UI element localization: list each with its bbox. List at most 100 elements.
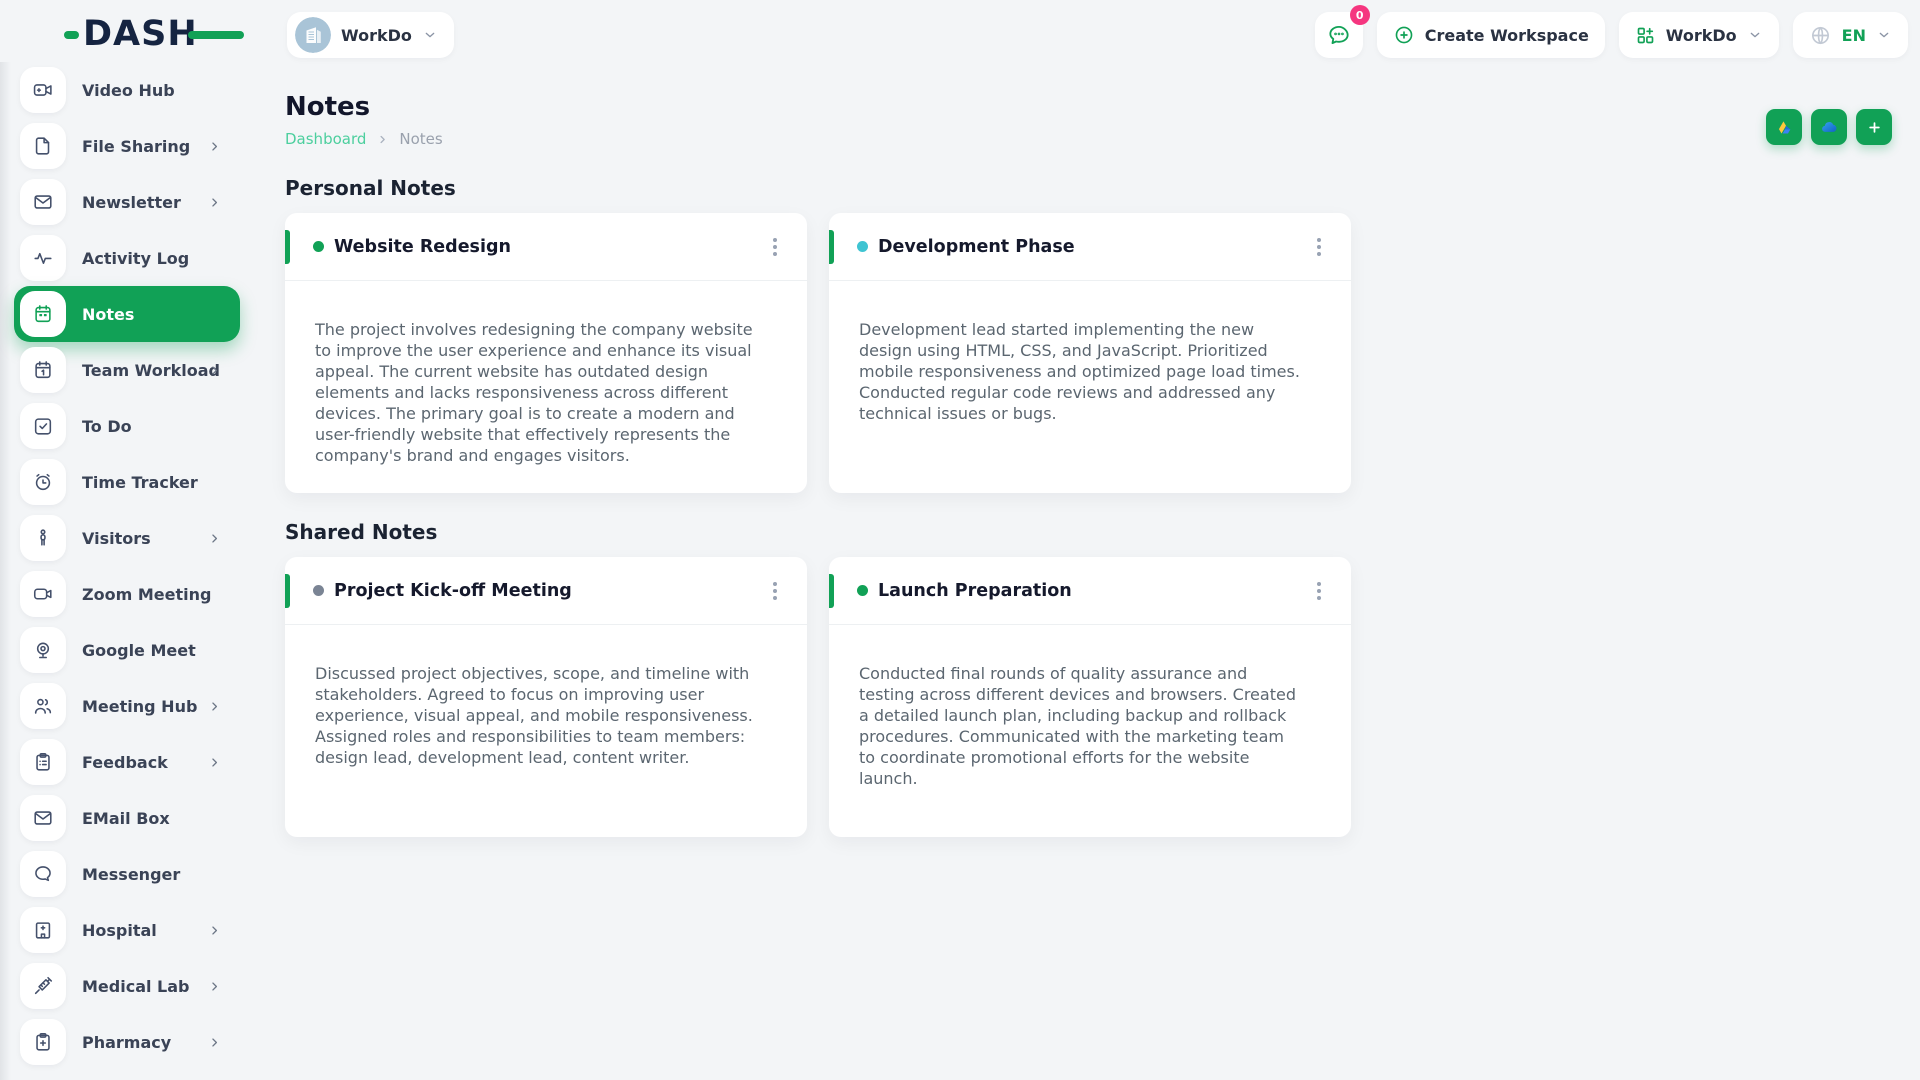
hospital-icon <box>20 907 66 953</box>
alarm-clock-icon <box>20 459 66 505</box>
notebook-icon <box>20 291 66 337</box>
onedrive-button[interactable] <box>1811 109 1847 145</box>
note-card-launch-preparation: Launch Preparation Conducted final round… <box>829 557 1351 837</box>
sidebar-item-label: Feedback <box>82 753 168 772</box>
sidebar-item-label: Team Workload <box>82 361 220 380</box>
sidebar-item-zoom-meeting[interactable]: Zoom Meeting <box>0 566 250 622</box>
note-card-header: Website Redesign <box>285 213 807 281</box>
sidebar-item-pharmacy[interactable]: Pharmacy <box>0 1014 250 1070</box>
note-menu-button[interactable] <box>765 574 785 608</box>
check-square-icon <box>20 403 66 449</box>
language-selector[interactable]: EN <box>1793 12 1908 58</box>
sidebar-item-label: Newsletter <box>82 193 181 212</box>
workspace-switcher[interactable]: WorkDo <box>287 12 454 58</box>
app-switcher-label: WorkDo <box>1666 26 1737 45</box>
sidebar-item-to-do[interactable]: To Do <box>0 398 250 454</box>
chevron-down-icon <box>1876 27 1892 43</box>
sidebar-item-google-meet[interactable]: Google Meet <box>0 622 250 678</box>
note-text: The project involves redesigning the com… <box>285 281 807 466</box>
app-switcher[interactable]: WorkDo <box>1619 12 1779 58</box>
sidebar: Video Hub File Sharing Newsletter Activi… <box>0 62 250 1080</box>
logo-text: DASH <box>83 17 198 52</box>
sidebar-item-label: Visitors <box>82 529 151 548</box>
logo-dot <box>64 31 79 39</box>
add-note-button[interactable] <box>1856 109 1892 145</box>
kebab-menu-icon <box>1317 238 1321 242</box>
sidebar-item-label: EMail Box <box>82 809 170 828</box>
create-workspace-button[interactable]: Create Workspace <box>1377 12 1605 58</box>
note-menu-button[interactable] <box>765 230 785 264</box>
activity-icon <box>20 235 66 281</box>
sidebar-item-activity-log[interactable]: Activity Log <box>0 230 250 286</box>
kebab-menu-icon <box>773 238 777 242</box>
building-icon <box>295 17 331 53</box>
messages-badge: 0 <box>1350 5 1370 25</box>
sidebar-item-time-tracker[interactable]: Time Tracker <box>0 454 250 510</box>
video-camera-icon <box>20 67 66 113</box>
note-menu-button[interactable] <box>1309 574 1329 608</box>
syringe-icon <box>20 963 66 1009</box>
calendar-icon <box>20 347 66 393</box>
note-text: Development lead started implementing th… <box>829 281 1351 424</box>
plus-circle-icon <box>1393 24 1415 46</box>
messages-button[interactable]: 0 <box>1315 12 1363 58</box>
note-title: Launch Preparation <box>878 581 1072 601</box>
sidebar-item-email-box[interactable]: EMail Box <box>0 790 250 846</box>
note-status-dot <box>313 241 324 252</box>
sidebar-item-meeting-hub[interactable]: Meeting Hub <box>0 678 250 734</box>
breadcrumb-dashboard-link[interactable]: Dashboard <box>285 129 366 149</box>
chevron-right-icon <box>207 1035 222 1050</box>
chevron-down-icon <box>1747 27 1763 43</box>
topbar-actions: 0 Create Workspace WorkDo EN <box>1315 12 1908 58</box>
google-drive-button[interactable] <box>1766 109 1802 145</box>
page-toolbar <box>1766 109 1892 145</box>
sidebar-item-label: Activity Log <box>82 249 189 268</box>
chevron-right-icon <box>207 195 222 210</box>
sidebar-item-label: File Sharing <box>82 137 190 156</box>
sidebar-item-feedback[interactable]: Feedback <box>0 734 250 790</box>
note-card-header: Launch Preparation <box>829 557 1351 625</box>
breadcrumb-current: Notes <box>399 129 442 149</box>
logo-dash <box>188 31 244 39</box>
create-workspace-label: Create Workspace <box>1425 26 1589 45</box>
sidebar-item-video-hub[interactable]: Video Hub <box>0 62 250 118</box>
breadcrumb: Dashboard Notes <box>285 129 1892 149</box>
mail-icon <box>20 795 66 841</box>
section-heading: Shared Notes <box>285 519 1892 545</box>
language-code: EN <box>1842 26 1866 45</box>
sidebar-item-notes[interactable]: Notes <box>14 286 240 342</box>
sidebar-item-label: Time Tracker <box>82 473 198 492</box>
plus-icon <box>1865 118 1884 137</box>
sidebar-item-newsletter[interactable]: Newsletter <box>0 174 250 230</box>
mail-icon <box>20 179 66 225</box>
sidebar-item-visitors[interactable]: Visitors <box>0 510 250 566</box>
chevron-right-icon <box>207 755 222 770</box>
sidebar-item-file-sharing[interactable]: File Sharing <box>0 118 250 174</box>
sidebar-item-label: Hospital <box>82 921 157 940</box>
note-menu-button[interactable] <box>1309 230 1329 264</box>
sidebar-item-label: Meeting Hub <box>82 697 197 716</box>
sidebar-item-messenger[interactable]: Messenger <box>0 846 250 902</box>
note-card-header: Development Phase <box>829 213 1351 281</box>
shared-notes-section: Shared Notes Project Kick-off Meeting Di… <box>285 519 1892 837</box>
chevron-right-icon <box>207 923 222 938</box>
sidebar-item-label: Zoom Meeting <box>82 585 211 604</box>
sidebar-item-hospital[interactable]: Hospital <box>0 902 250 958</box>
chevron-right-icon <box>376 133 389 146</box>
chevron-right-icon <box>207 979 222 994</box>
sidebar-item-team-workload[interactable]: Team Workload <box>0 342 250 398</box>
sidebar-item-label: Messenger <box>82 865 180 884</box>
sidebar-item-medical-lab[interactable]: Medical Lab <box>0 958 250 1014</box>
sidebar-item-label: Pharmacy <box>82 1033 171 1052</box>
sidebar-item-label: Video Hub <box>82 81 175 100</box>
note-title: Website Redesign <box>334 237 511 257</box>
person-icon <box>20 515 66 561</box>
personal-notes-section: Personal Notes Website Redesign The proj… <box>285 175 1892 493</box>
globe-icon <box>1809 24 1832 47</box>
cards-grid: Project Kick-off Meeting Discussed proje… <box>285 557 1892 837</box>
sidebar-item-label: Notes <box>82 305 134 324</box>
note-card-header: Project Kick-off Meeting <box>285 557 807 625</box>
section-heading: Personal Notes <box>285 175 1892 201</box>
chat-icon <box>1326 22 1352 48</box>
file-icon <box>20 123 66 169</box>
